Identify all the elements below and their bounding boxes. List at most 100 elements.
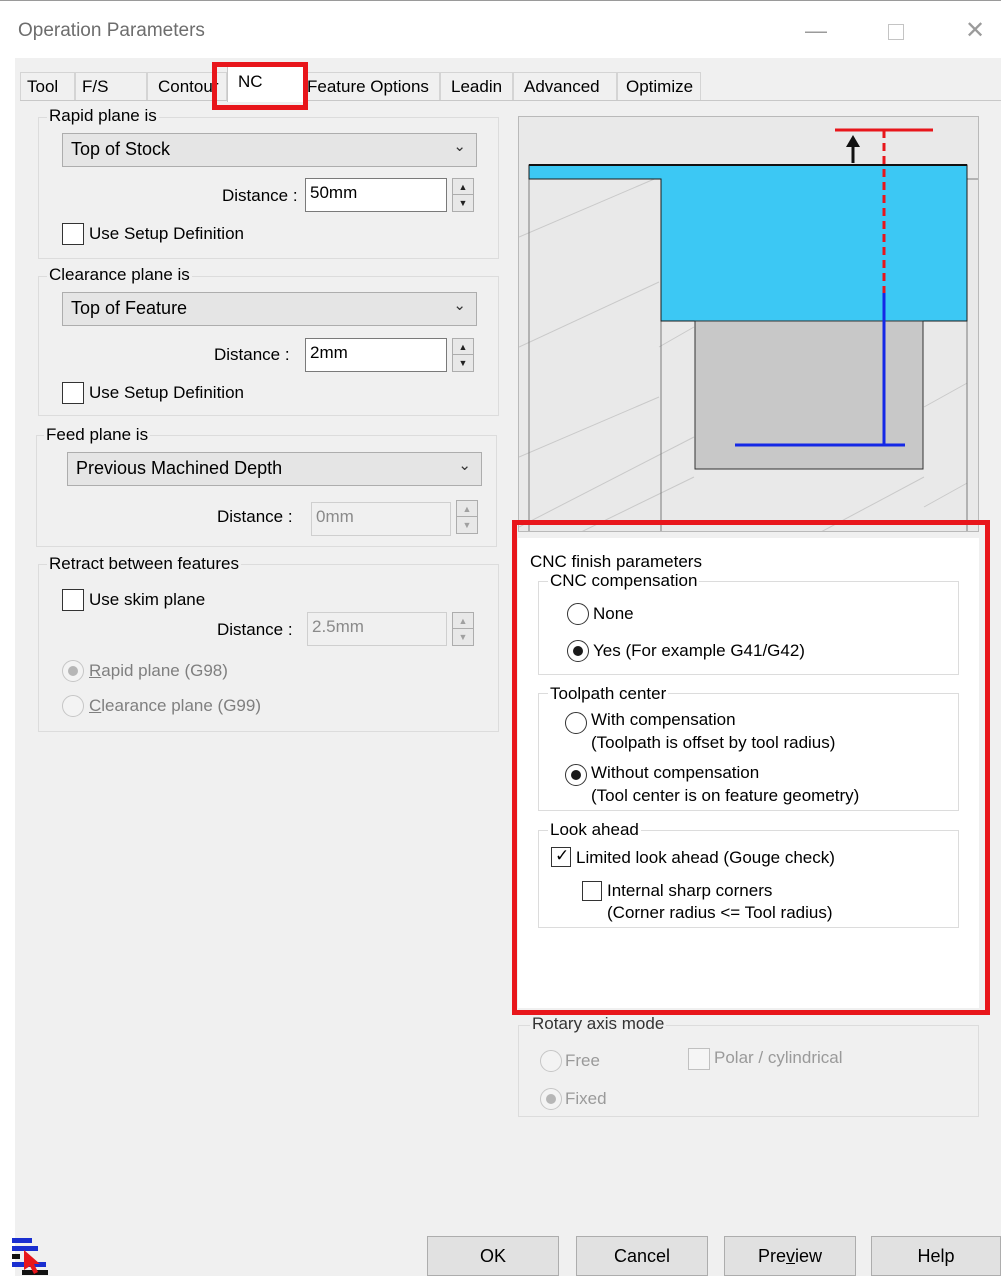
rapid-plane-g98-radio[interactable] bbox=[62, 660, 84, 682]
chevron-down-icon: ⌄ bbox=[458, 457, 471, 474]
cnc-finish-group-label: CNC finish parameters bbox=[530, 552, 702, 571]
tab-label: Leadin bbox=[451, 77, 503, 96]
clearance-distance-input[interactable]: 2mm bbox=[305, 338, 447, 372]
without-compensation-desc: (Tool center is on feature geometry) bbox=[591, 786, 860, 805]
nc-toolpath-icon bbox=[10, 1236, 54, 1276]
tab-nc[interactable]: NC bbox=[227, 66, 305, 102]
tab-feature-options[interactable]: Feature Options bbox=[300, 72, 440, 100]
limited-look-ahead-checkbox[interactable]: ✓ bbox=[551, 846, 571, 867]
look-ahead-label: Look ahead bbox=[548, 820, 641, 840]
rotary-free-radio[interactable] bbox=[540, 1050, 562, 1072]
ok-button[interactable]: OK bbox=[427, 1236, 559, 1276]
spin-down-icon[interactable]: ▼ bbox=[453, 629, 473, 645]
compensation-none-radio[interactable] bbox=[567, 603, 589, 625]
help-button[interactable]: Help bbox=[871, 1236, 1001, 1276]
spin-down-icon[interactable]: ▼ bbox=[457, 517, 477, 533]
feed-plane-group-label: Feed plane is bbox=[44, 425, 151, 445]
radio-dot bbox=[546, 1094, 556, 1104]
feed-distance-input[interactable]: 0mm bbox=[311, 502, 451, 536]
rotary-axis-label: Rotary axis mode bbox=[530, 1014, 667, 1034]
retract-group-label: Retract between features bbox=[47, 554, 241, 574]
tab-label: Advanced bbox=[524, 77, 600, 96]
retract-distance-label: Distance : bbox=[217, 620, 293, 639]
tab-leadin[interactable]: Leadin bbox=[440, 72, 513, 100]
compensation-none-label: None bbox=[593, 604, 634, 623]
window-title: Operation Parameters bbox=[18, 20, 205, 41]
rapid-use-setup-label: Use Setup Definition bbox=[89, 224, 244, 243]
preview-button[interactable]: Preview bbox=[724, 1236, 856, 1276]
rapid-plane-selected: Top of Stock bbox=[71, 139, 171, 159]
cnc-compensation-label: CNC compensation bbox=[548, 571, 700, 591]
preview-diagram bbox=[519, 128, 978, 531]
spin-up-icon[interactable]: ▲ bbox=[457, 501, 477, 517]
radio-dot bbox=[573, 646, 583, 656]
rotary-fixed-radio[interactable] bbox=[540, 1088, 562, 1110]
chevron-down-icon: ⌄ bbox=[453, 138, 466, 155]
checkmark-icon: ✓ bbox=[555, 846, 570, 865]
clearance-use-setup-checkbox[interactable] bbox=[62, 382, 84, 404]
internal-sharp-corners-checkbox[interactable] bbox=[582, 881, 602, 901]
radio-dot bbox=[571, 770, 581, 780]
rapid-distance-spinner[interactable]: ▲ ▼ bbox=[452, 178, 474, 212]
rapid-distance-label: Distance : bbox=[222, 186, 298, 205]
tab-label: Optimize bbox=[626, 77, 694, 96]
rapid-use-setup-checkbox[interactable] bbox=[62, 223, 84, 245]
close-icon[interactable]: ✕ bbox=[955, 14, 995, 48]
with-compensation-desc: (Toolpath is offset by tool radius) bbox=[591, 733, 836, 752]
tab-tool[interactable]: Tool bbox=[20, 72, 75, 100]
preview-label-suf: iew bbox=[795, 1246, 823, 1266]
spin-down-icon[interactable]: ▼ bbox=[453, 355, 473, 371]
feed-plane-select[interactable]: Previous Machined Depth ⌄ bbox=[67, 452, 482, 486]
tab-fs[interactable]: F/S bbox=[75, 72, 147, 100]
toolpath-center-label: Toolpath center bbox=[548, 684, 669, 704]
compensation-yes-label: Yes (For example G41/G42) bbox=[593, 641, 805, 660]
rapid-plane-g98-text: apid plane (G98) bbox=[101, 661, 228, 680]
clearance-plane-g99-label: Clearance plane (G99) bbox=[89, 696, 261, 716]
without-compensation-label: Without compensation bbox=[591, 763, 760, 782]
feed-distance-spinner[interactable]: ▲ ▼ bbox=[456, 500, 478, 534]
with-compensation-label: With compensation bbox=[591, 710, 736, 729]
spin-down-icon[interactable]: ▼ bbox=[453, 195, 473, 211]
tab-contour[interactable]: Contour bbox=[147, 72, 227, 100]
skim-plane-label: Use skim plane bbox=[89, 590, 206, 609]
limited-look-ahead-label: Limited look ahead (Gouge check) bbox=[576, 848, 835, 867]
radio-dot bbox=[68, 666, 78, 676]
maximize-icon[interactable] bbox=[876, 14, 916, 48]
rapid-distance-input[interactable]: 50mm bbox=[305, 178, 447, 212]
clearance-plane-g99-text: learance plane (G99) bbox=[101, 696, 261, 715]
internal-sharp-corners-label: Internal sharp corners bbox=[607, 881, 773, 900]
cancel-button[interactable]: Cancel bbox=[576, 1236, 708, 1276]
polar-cylindrical-checkbox[interactable] bbox=[688, 1048, 710, 1070]
rapid-plane-g98-label: Rapid plane (G98) bbox=[89, 661, 228, 681]
spin-up-icon[interactable]: ▲ bbox=[453, 179, 473, 195]
tab-advanced[interactable]: Advanced bbox=[513, 72, 617, 100]
with-compensation-radio[interactable] bbox=[565, 712, 587, 734]
rapid-plane-g98-accel: R bbox=[89, 661, 102, 680]
feed-distance-label: Distance : bbox=[217, 507, 293, 526]
clearance-plane-g99-accel: C bbox=[89, 696, 102, 715]
internal-sharp-corners-desc: (Corner radius <= Tool radius) bbox=[607, 903, 833, 922]
clearance-plane-g99-radio[interactable] bbox=[62, 695, 84, 717]
retract-distance-spinner[interactable]: ▲ ▼ bbox=[452, 612, 474, 646]
minimize-icon[interactable]: — bbox=[796, 14, 836, 48]
rapid-plane-select[interactable]: Top of Stock ⌄ bbox=[62, 133, 477, 167]
clearance-use-setup-label: Use Setup Definition bbox=[89, 383, 244, 402]
feed-plane-selected: Previous Machined Depth bbox=[76, 458, 283, 478]
preview-label-pre: Pre bbox=[757, 1246, 786, 1266]
clearance-plane-selected: Top of Feature bbox=[71, 298, 188, 318]
spin-up-icon[interactable]: ▲ bbox=[453, 339, 473, 355]
retract-distance-input[interactable]: 2.5mm bbox=[307, 612, 447, 646]
compensation-yes-radio[interactable] bbox=[567, 640, 589, 662]
clearance-plane-select[interactable]: Top of Feature ⌄ bbox=[62, 292, 477, 326]
clearance-plane-group-label: Clearance plane is bbox=[47, 265, 192, 285]
clearance-distance-spinner[interactable]: ▲ ▼ bbox=[452, 338, 474, 372]
without-compensation-radio[interactable] bbox=[565, 764, 587, 786]
rotary-free-label: Free bbox=[565, 1051, 600, 1070]
skim-plane-checkbox[interactable] bbox=[62, 589, 84, 611]
tab-label: Feature Options bbox=[307, 77, 429, 96]
chevron-down-icon: ⌄ bbox=[453, 297, 466, 314]
rotary-fixed-label: Fixed bbox=[565, 1089, 607, 1108]
plane-preview-image bbox=[518, 116, 979, 532]
spin-up-icon[interactable]: ▲ bbox=[453, 613, 473, 629]
tab-optimize[interactable]: Optimize bbox=[617, 72, 701, 100]
